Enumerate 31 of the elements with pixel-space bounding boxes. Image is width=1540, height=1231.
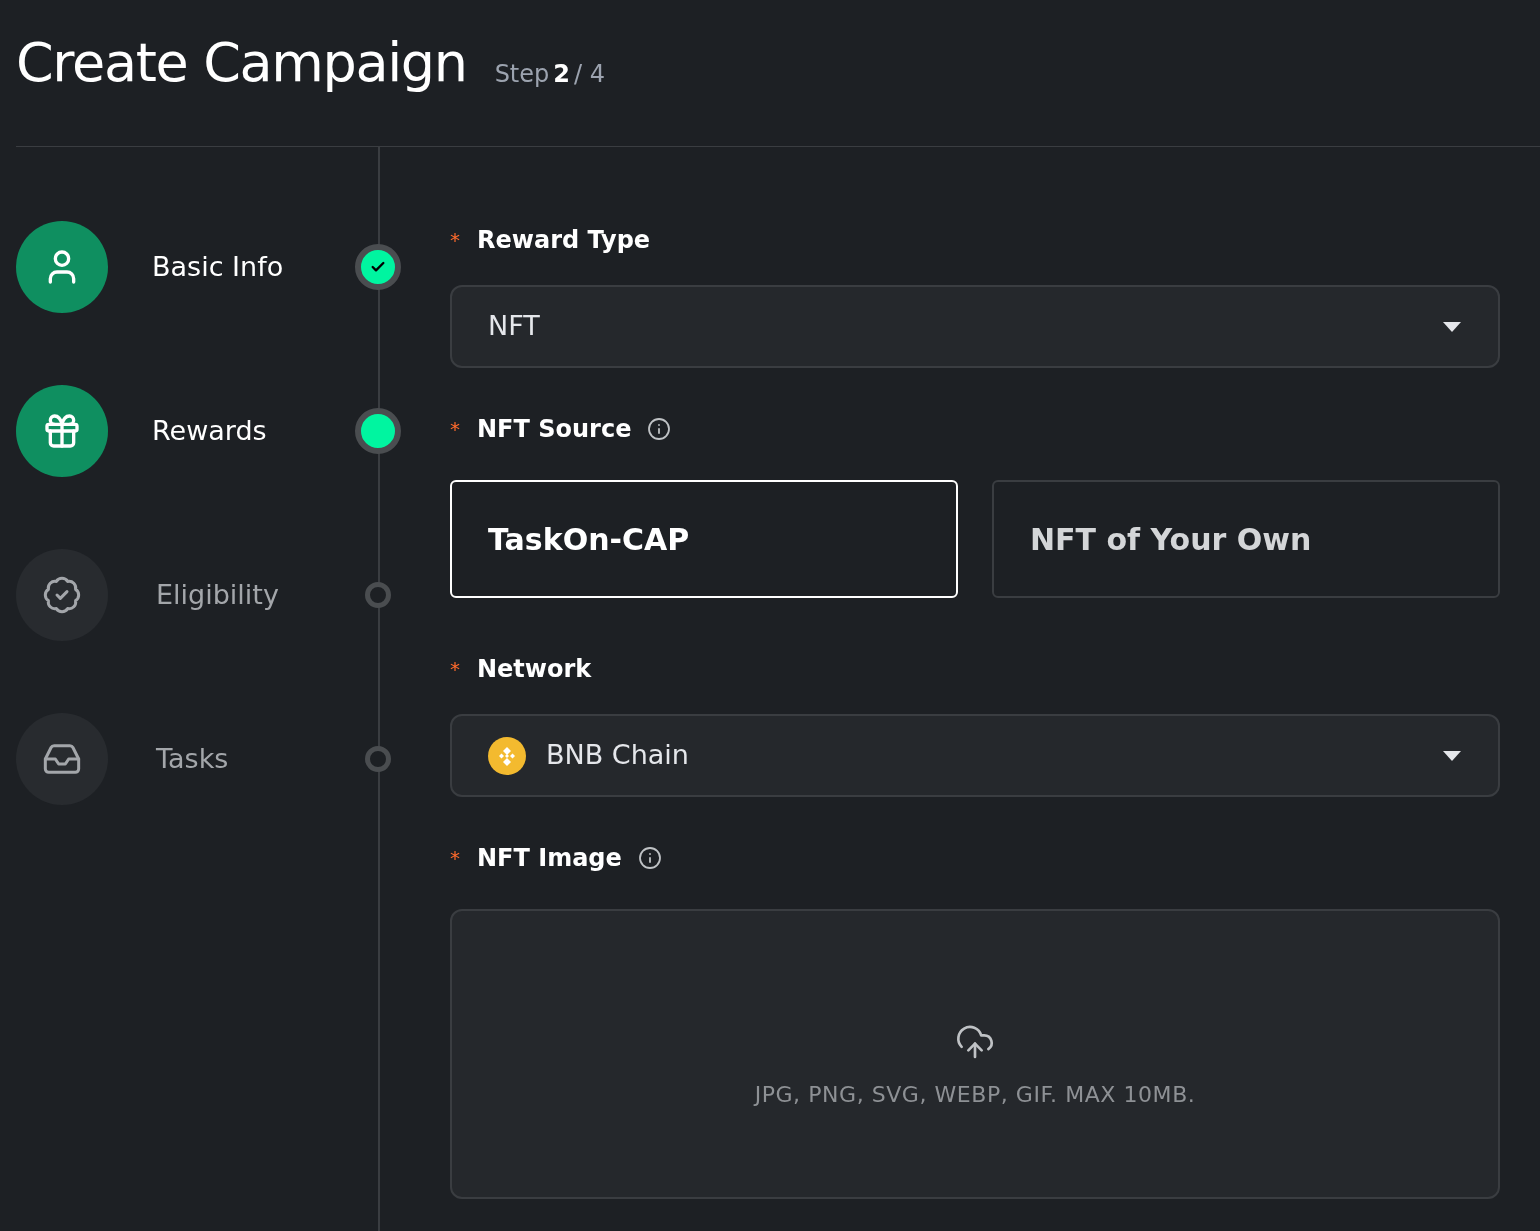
- badge-check-icon: [42, 575, 82, 615]
- select-value: NFT: [488, 309, 541, 344]
- required-asterisk: *: [450, 227, 461, 254]
- caret-icon: [1442, 320, 1462, 333]
- source-option[interactable]: TaskOn-CAP: [450, 480, 958, 598]
- page-title: Create Campaign: [16, 36, 467, 90]
- caret-icon: [1442, 749, 1462, 762]
- step-total: / 4: [574, 62, 605, 86]
- diamond-coin-icon: [488, 736, 526, 775]
- required-asterisk: *: [450, 416, 461, 443]
- select-field[interactable]: BNB Chain: [450, 714, 1500, 797]
- field-label: NFT Source: [477, 414, 632, 445]
- field-label: Network: [477, 654, 592, 685]
- step-label[interactable]: Rewards: [152, 410, 267, 452]
- step-label[interactable]: Basic Info: [152, 246, 284, 288]
- select-field[interactable]: NFT: [450, 285, 1500, 368]
- upload-hint: JPG, PNG, SVG, WEBP, GIF. MAX 10MB.: [754, 1080, 1196, 1109]
- upload-area[interactable]: JPG, PNG, SVG, WEBP, GIF. MAX 10MB.: [450, 909, 1500, 1199]
- field-label: NFT Image: [477, 843, 622, 874]
- step-label: Step: [494, 62, 550, 86]
- step-label[interactable]: Tasks: [156, 738, 229, 780]
- select-value: BNB Chain: [546, 738, 690, 773]
- required-asterisk: *: [450, 845, 461, 872]
- source-option[interactable]: NFT of Your Own: [992, 480, 1500, 598]
- gift-icon: [42, 411, 82, 451]
- field-label: Reward Type: [477, 225, 651, 256]
- info-icon[interactable]: [637, 846, 662, 870]
- info-icon[interactable]: [647, 417, 672, 441]
- step-current: 2: [553, 62, 570, 86]
- step-label[interactable]: Eligibility: [156, 574, 279, 616]
- required-asterisk: *: [450, 656, 461, 683]
